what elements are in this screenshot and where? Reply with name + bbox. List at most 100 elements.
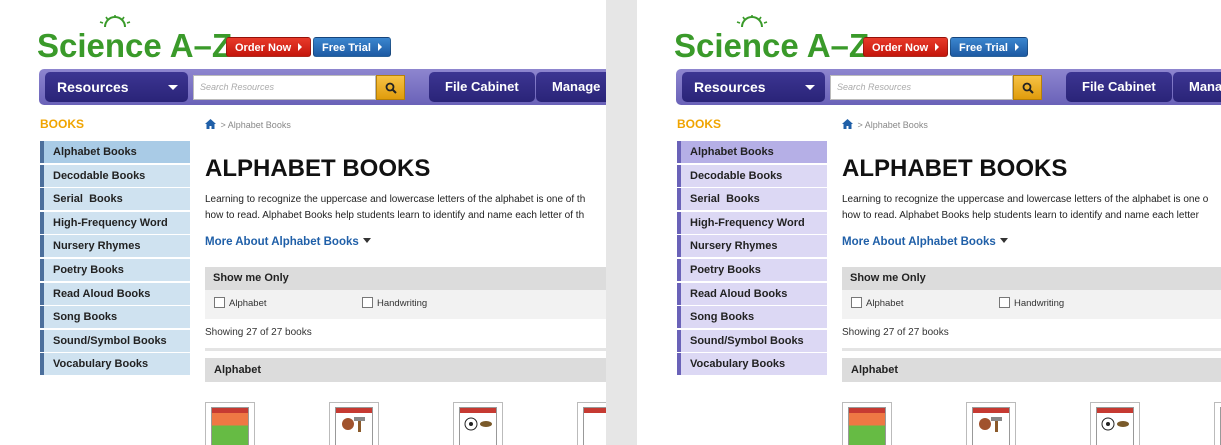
chevron-down-icon xyxy=(168,85,178,90)
free-trial-button[interactable]: Free Trial xyxy=(950,37,1028,57)
sun-icon xyxy=(99,15,131,28)
section-header: Alphabet xyxy=(842,358,1221,382)
caret-down-icon xyxy=(362,237,371,243)
sidebar-item-vocabulary-books[interactable]: Vocabulary Books xyxy=(677,353,827,376)
page-description: Learning to recognize the uppercase and … xyxy=(205,192,606,223)
search-input[interactable]: Search Resources xyxy=(830,75,1013,100)
search-input[interactable]: Search Resources xyxy=(193,75,376,100)
breadcrumb-current: > Alphabet Books xyxy=(220,120,291,130)
section-header: Alphabet xyxy=(205,358,606,382)
filter-handwriting[interactable]: Handwriting xyxy=(999,297,1064,309)
book-thumbnail[interactable] xyxy=(205,402,255,445)
sidebar-item-alphabet-books[interactable]: Alphabet Books xyxy=(677,141,827,163)
breadcrumb: > Alphabet Books xyxy=(842,119,928,130)
sidebar-item-song-books[interactable]: Song Books xyxy=(40,306,190,329)
sidebar-item-sound-symbol-books[interactable]: Sound/Symbol Books xyxy=(677,329,827,352)
resources-label: Resources xyxy=(57,79,129,95)
page-variant-left: Science A–Z Order Now Free Trial Resourc… xyxy=(0,0,606,445)
sidebar: Alphabet Books Decodable Books Serial Bo… xyxy=(40,141,190,377)
breadcrumb-current: > Alphabet Books xyxy=(857,120,928,130)
divider xyxy=(205,348,606,351)
filter-panel: Show me Only Alphabet Handwriting xyxy=(205,267,606,319)
book-thumbnail[interactable] xyxy=(577,402,606,445)
book-thumbnail[interactable] xyxy=(1214,402,1221,445)
sidebar-item-decodable-books[interactable]: Decodable Books xyxy=(40,164,190,187)
sidebar-item-high-frequency-word[interactable]: High-Frequency Word xyxy=(40,211,190,234)
more-about-link[interactable]: More About Alphabet Books xyxy=(842,236,1008,248)
home-icon[interactable] xyxy=(205,119,216,129)
more-about-label: More About Alphabet Books xyxy=(205,236,359,248)
checkbox[interactable] xyxy=(214,297,225,308)
book-cover-art xyxy=(979,417,1002,432)
arrow-right-icon xyxy=(298,43,303,52)
sidebar-item-read-aloud-books[interactable]: Read Aloud Books xyxy=(40,282,190,305)
sidebar-item-high-frequency-word[interactable]: High-Frequency Word xyxy=(677,211,827,234)
sidebar-item-sound-symbol-books[interactable]: Sound/Symbol Books xyxy=(40,329,190,352)
chevron-down-icon xyxy=(805,85,815,90)
filter-alphabet[interactable]: Alphabet xyxy=(851,297,904,309)
book-thumbnail[interactable] xyxy=(1090,402,1140,445)
book-thumbnail[interactable] xyxy=(966,402,1016,445)
book-thumbnail[interactable] xyxy=(453,402,503,445)
description-line: how to read. Alphabet Books help student… xyxy=(842,209,1199,221)
search-button[interactable] xyxy=(376,75,405,100)
filter-panel: Show me Only Alphabet Handwriting xyxy=(842,267,1221,319)
file-cabinet-button[interactable]: File Cabinet xyxy=(1066,72,1172,102)
resources-label: Resources xyxy=(694,79,766,95)
resources-dropdown[interactable]: Resources xyxy=(682,72,825,102)
caret-down-icon xyxy=(999,237,1008,243)
search-icon xyxy=(385,82,397,94)
main-navbar: Resources Search Resources File Cabinet … xyxy=(39,69,606,105)
sidebar-item-read-aloud-books[interactable]: Read Aloud Books xyxy=(677,282,827,305)
filter-handwriting[interactable]: Handwriting xyxy=(362,297,427,309)
filter-alphabet[interactable]: Alphabet xyxy=(214,297,267,309)
checkbox[interactable] xyxy=(851,297,862,308)
filter-heading: Show me Only xyxy=(205,267,606,290)
free-trial-button[interactable]: Free Trial xyxy=(313,37,391,57)
order-now-label: Order Now xyxy=(872,42,929,54)
science-az-logo[interactable]: Science A–Z xyxy=(674,14,869,64)
book-thumbnail[interactable] xyxy=(329,402,379,445)
filter-label: Alphabet xyxy=(866,298,904,309)
filter-label: Alphabet xyxy=(229,298,267,309)
checkbox[interactable] xyxy=(999,297,1010,308)
main-navbar: Resources Search Resources File Cabinet … xyxy=(676,69,1221,105)
search-button[interactable] xyxy=(1013,75,1042,100)
checkbox[interactable] xyxy=(362,297,373,308)
sidebar-item-nursery-rhymes[interactable]: Nursery Rhymes xyxy=(40,235,190,258)
science-az-logo[interactable]: Science A–Z xyxy=(37,14,232,64)
arrow-right-icon xyxy=(935,43,940,52)
sidebar-item-poetry-books[interactable]: Poetry Books xyxy=(40,258,190,281)
more-about-link[interactable]: More About Alphabet Books xyxy=(205,236,371,248)
resources-dropdown[interactable]: Resources xyxy=(45,72,188,102)
sidebar-item-vocabulary-books[interactable]: Vocabulary Books xyxy=(40,353,190,376)
description-line: Learning to recognize the uppercase and … xyxy=(205,194,586,205)
filter-label: Handwriting xyxy=(377,298,428,309)
results-count: Showing 27 of 27 books xyxy=(205,327,312,338)
manage-button[interactable]: Manage xyxy=(536,72,606,102)
sidebar-item-song-books[interactable]: Song Books xyxy=(677,306,827,329)
description-line: Learning to recognize the uppercase and … xyxy=(842,194,1209,205)
sidebar-item-decodable-books[interactable]: Decodable Books xyxy=(677,164,827,187)
sun-icon xyxy=(736,15,768,28)
arrow-right-icon xyxy=(1014,43,1019,52)
order-now-button[interactable]: Order Now xyxy=(226,37,312,57)
sidebar-item-serial-books[interactable]: Serial Books xyxy=(40,188,190,211)
page-variant-right: Science A–Z Order Now Free Trial Resourc… xyxy=(637,0,1221,445)
search-icon xyxy=(1022,82,1034,94)
sidebar-item-alphabet-books[interactable]: Alphabet Books xyxy=(40,141,190,163)
sidebar-item-poetry-books[interactable]: Poetry Books xyxy=(677,258,827,281)
order-now-button[interactable]: Order Now xyxy=(863,37,949,57)
page-title: ALPHABET BOOKS xyxy=(205,155,431,182)
book-cover-art xyxy=(1101,417,1129,431)
sidebar-item-nursery-rhymes[interactable]: Nursery Rhymes xyxy=(677,235,827,258)
book-thumbnail[interactable] xyxy=(842,402,892,445)
sidebar-item-serial-books[interactable]: Serial Books xyxy=(677,188,827,211)
arrow-right-icon xyxy=(377,43,382,52)
file-cabinet-button[interactable]: File Cabinet xyxy=(429,72,535,102)
manage-button[interactable]: Manage xyxy=(1173,72,1221,102)
order-now-label: Order Now xyxy=(235,42,292,54)
free-trial-label: Free Trial xyxy=(322,42,371,54)
results-count: Showing 27 of 27 books xyxy=(842,327,949,338)
home-icon[interactable] xyxy=(842,119,853,129)
